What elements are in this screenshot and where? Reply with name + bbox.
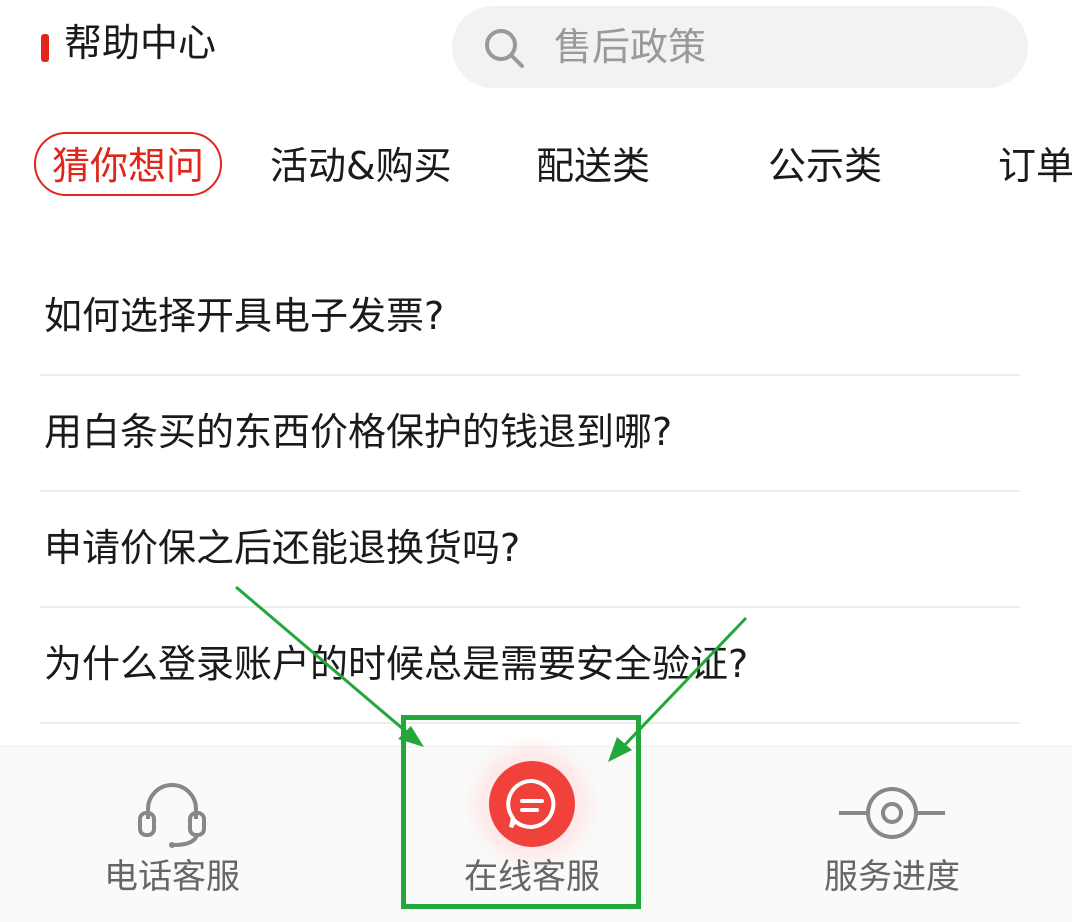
list-item[interactable]: 申请价保之后还能退换货吗? [40,492,1020,608]
nav-label-phone: 电话客服 [104,857,240,897]
highlight-box [401,715,641,909]
faq-list: 如何选择开具电子发票? 用白条买的东西价格保护的钱退到哪? 申请价保之后还能退换… [40,260,1020,724]
tab-activity-purchase[interactable]: 活动&购买 [270,128,452,204]
tab-orders[interactable]: 订单 [998,128,1072,204]
search-icon [485,29,524,68]
search-input[interactable]: 售后政策 [452,6,1028,88]
list-item[interactable]: 为什么登录账户的时候总是需要安全验证? [40,608,1020,724]
search-placeholder: 售后政策 [554,25,707,69]
title-accent-bar [41,34,49,62]
faq-question: 为什么登录账户的时候总是需要安全验证? [44,642,749,686]
list-item[interactable]: 如何选择开具电子发票? [40,260,1020,376]
list-item[interactable]: 用白条买的东西价格保护的钱退到哪? [40,376,1020,492]
service-progress-button[interactable]: 服务进度 [742,747,1042,922]
phone-service-button[interactable]: 电话客服 [22,747,322,922]
faq-question: 申请价保之后还能退换货吗? [44,526,521,570]
tab-delivery[interactable]: 配送类 [536,128,650,204]
headset-icon [138,783,206,848]
category-tabs: 猜你想问 活动&购买 配送类 公示类 订单 [0,128,1072,204]
progress-icon [839,787,945,839]
tab-guess-questions[interactable]: 猜你想问 [34,132,223,196]
page-title: 帮助中心 [64,21,217,65]
faq-question: 如何选择开具电子发票? [44,294,445,338]
tab-announcements[interactable]: 公示类 [768,128,882,204]
header: 帮助中心 售后政策 [0,0,1072,100]
nav-label-progress: 服务进度 [824,857,960,897]
faq-question: 用白条买的东西价格保护的钱退到哪? [44,410,673,454]
